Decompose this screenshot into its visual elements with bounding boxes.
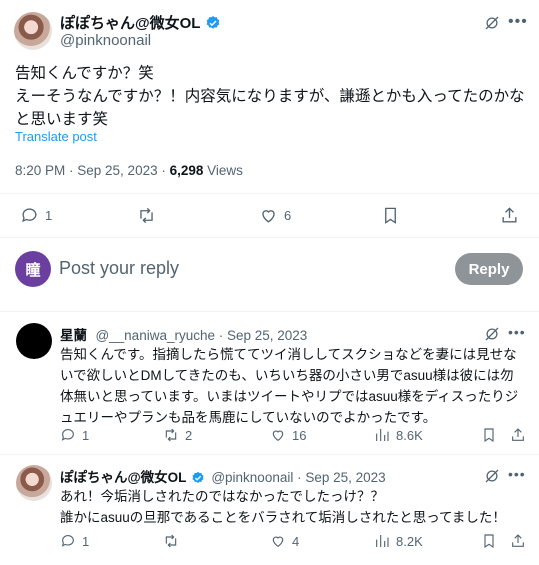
reply-action[interactable]: 1 xyxy=(60,427,89,443)
bookmark-action[interactable] xyxy=(481,427,497,443)
analytics-icon xyxy=(376,429,389,441)
repost-action[interactable] xyxy=(137,206,156,225)
views-count: 8.2K xyxy=(396,533,423,549)
views-count: 6,298 xyxy=(169,163,204,178)
bookmark-action[interactable] xyxy=(481,533,497,549)
author-name[interactable]: ぽぽちゃん@微女OL xyxy=(60,15,200,32)
views-label: Views xyxy=(203,163,243,178)
reply-action[interactable]: 1 xyxy=(20,206,52,225)
share-action[interactable] xyxy=(510,533,526,549)
repost-icon xyxy=(140,207,153,224)
reply-text: あれ！今垢消しされたのではなかったでしたっけ？？ 誰かにasuuの旦那であること… xyxy=(60,489,506,525)
share-icon xyxy=(502,207,517,223)
verified-badge-icon xyxy=(206,16,220,29)
author-avatar[interactable] xyxy=(14,12,52,50)
reply-action[interactable]: 1 xyxy=(60,533,89,549)
like-count: 4 xyxy=(292,533,300,549)
grok-icon[interactable] xyxy=(483,14,501,37)
reply-count: 1 xyxy=(45,208,53,223)
author-handle[interactable]: @pinknoonail xyxy=(60,32,151,49)
reply-icon xyxy=(22,208,37,223)
views-action[interactable]: 8.6K xyxy=(374,427,423,443)
tweet-meta: 8:20 PM · Sep 25, 2023 · 6,298 Views xyxy=(15,163,243,178)
translate-post-link[interactable]: Translate post xyxy=(15,129,97,144)
more-options-icon[interactable]: ••• xyxy=(508,466,526,482)
like-count: 16 xyxy=(292,427,307,443)
like-action[interactable]: 6 xyxy=(259,206,291,225)
divider xyxy=(0,237,539,238)
reply-avatar[interactable] xyxy=(16,323,52,359)
verified-badge-icon xyxy=(192,471,204,483)
reply-author-handle[interactable]: @__naniwa_ryuche · Sep 25, 2023 xyxy=(95,328,307,343)
repost-action[interactable] xyxy=(163,533,185,549)
reply-count: 1 xyxy=(82,533,90,549)
reply-header: ぽぽちゃん@微女OL @pinknoonail · Sep 25, 2023 xyxy=(60,466,386,487)
reply-text: 告知くんです。指摘したら慌ててツイ消ししてスクショなどを妻には見せな いで欲しい… xyxy=(60,347,519,425)
bookmark-icon xyxy=(385,207,396,224)
divider xyxy=(0,454,539,455)
more-options-icon[interactable]: ••• xyxy=(508,324,526,340)
more-options-icon[interactable]: ••• xyxy=(508,13,528,31)
reply-header: 星蘭 @__naniwa_ryuche · Sep 25, 2023 xyxy=(60,324,307,345)
bookmark-icon xyxy=(484,534,494,549)
reply-input[interactable]: Post your reply xyxy=(59,258,179,279)
share-icon xyxy=(512,428,524,441)
like-action[interactable]: 16 xyxy=(270,427,306,443)
share-action[interactable] xyxy=(510,427,526,443)
divider xyxy=(0,193,539,194)
divider xyxy=(0,311,539,312)
repost-icon xyxy=(165,534,177,548)
reply-author-handle[interactable]: @pinknoonail · Sep 25, 2023 xyxy=(211,470,385,485)
repost-icon xyxy=(165,428,177,442)
bookmark-action[interactable] xyxy=(381,206,400,225)
heart-icon xyxy=(272,536,284,548)
reply-count: 1 xyxy=(82,427,90,443)
reply-author-name[interactable]: 星蘭 xyxy=(60,328,87,343)
heart-icon xyxy=(262,210,275,223)
heart-icon xyxy=(272,430,284,442)
bookmark-icon xyxy=(484,428,494,443)
reply-icon xyxy=(61,429,74,441)
like-count: 6 xyxy=(284,208,292,223)
repost-action[interactable]: 2 xyxy=(163,427,192,443)
share-icon xyxy=(512,534,524,547)
reply-icon xyxy=(61,535,74,547)
analytics-icon xyxy=(376,535,389,547)
reply-button[interactable]: Reply xyxy=(455,253,523,285)
share-action[interactable] xyxy=(500,206,519,225)
tweet-text: 告知くんですか？笑 えーそうなんですか？！内容気になりますが、謙遜とかも入ってた… xyxy=(15,65,525,128)
reply-author-name[interactable]: ぽぽちゃん@微女OL xyxy=(60,470,186,485)
views-count: 8.6K xyxy=(396,427,423,443)
author-name-row[interactable]: ぽぽちゃん@微女OL xyxy=(60,12,221,33)
like-action[interactable]: 4 xyxy=(270,533,299,549)
repost-count: 2 xyxy=(185,427,193,443)
reply-avatar[interactable] xyxy=(16,465,52,501)
tweet-time[interactable]: 8:20 PM · Sep 25, 2023 · xyxy=(15,163,170,178)
user-avatar[interactable]: 瞳 xyxy=(15,251,51,287)
views-action[interactable]: 8.2K xyxy=(374,533,423,549)
